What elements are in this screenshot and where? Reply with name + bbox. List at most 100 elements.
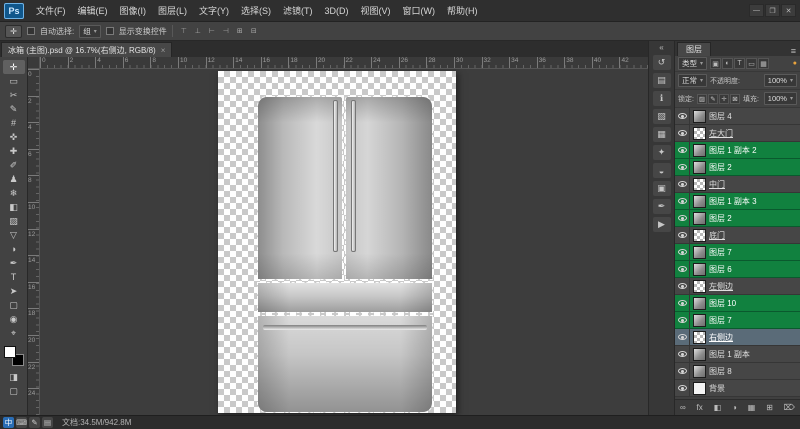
visibility-toggle[interactable] bbox=[675, 227, 690, 243]
图层 1 副本 2[interactable]: 图层 1 副本 2 bbox=[675, 142, 800, 159]
paths-panel-icon[interactable]: ✒ bbox=[652, 199, 671, 214]
layer-filter-icon[interactable]: T bbox=[734, 58, 746, 69]
visibility-toggle[interactable] bbox=[675, 244, 690, 260]
crop-tool[interactable]: # bbox=[3, 116, 25, 130]
panel-menu-icon[interactable]: ≡ bbox=[791, 46, 796, 56]
menu-item[interactable]: 文字(Y) bbox=[193, 0, 235, 21]
图层 8[interactable]: 图层 8 bbox=[675, 363, 800, 380]
quick-selection-tool[interactable]: ✎ bbox=[3, 102, 25, 116]
menu-item[interactable]: 滤镜(T) bbox=[277, 0, 319, 21]
type-tool[interactable]: T bbox=[3, 270, 25, 284]
visibility-toggle[interactable] bbox=[675, 295, 690, 311]
info-panel-icon[interactable]: ℹ bbox=[652, 91, 671, 106]
visibility-toggle[interactable] bbox=[675, 363, 690, 379]
keyboard-icon[interactable]: ⌨ bbox=[16, 417, 27, 428]
history-panel-icon[interactable]: ↺ bbox=[652, 55, 671, 70]
styles-panel-icon[interactable]: ✦ bbox=[652, 145, 671, 160]
hand-tool[interactable]: ◉ bbox=[3, 312, 25, 326]
blur-tool[interactable]: ▽ bbox=[3, 228, 25, 242]
menu-item[interactable]: 帮助(H) bbox=[441, 0, 484, 21]
opacity-value[interactable]: 100% ▾ bbox=[763, 74, 797, 87]
menu-item[interactable]: 3D(D) bbox=[319, 0, 355, 21]
lock-icon[interactable]: ✛ bbox=[718, 93, 729, 104]
visibility-toggle[interactable] bbox=[675, 346, 690, 362]
layer-filter-switch[interactable]: ● bbox=[793, 60, 797, 67]
lock-icon[interactable]: ✎ bbox=[707, 93, 718, 104]
图层 7[interactable]: 图层 7 bbox=[675, 244, 800, 261]
tab-layers[interactable]: 图层 bbox=[677, 42, 711, 56]
visibility-toggle[interactable] bbox=[675, 380, 690, 396]
layer-filter-icon[interactable]: ▣ bbox=[710, 58, 722, 69]
adjustments-panel-icon[interactable]: ◒ bbox=[652, 163, 671, 178]
visibility-toggle[interactable] bbox=[675, 142, 690, 158]
screen-mode-button[interactable]: ▢ bbox=[3, 384, 25, 398]
visibility-toggle[interactable] bbox=[675, 159, 690, 175]
align-icon[interactable]: ⊤ bbox=[178, 25, 190, 37]
minimize-button[interactable]: — bbox=[749, 4, 764, 17]
clone-stamp-tool[interactable]: ♟ bbox=[3, 172, 25, 186]
visibility-toggle[interactable] bbox=[675, 261, 690, 277]
new-layer-icon[interactable]: ⊞ bbox=[766, 403, 773, 412]
layer-group-icon[interactable]: ▦ bbox=[748, 403, 756, 412]
layer-filter-icon[interactable]: ▭ bbox=[746, 58, 758, 69]
图层 2[interactable]: 图层 2 bbox=[675, 210, 800, 227]
align-icon[interactable]: ⊢ bbox=[206, 25, 218, 37]
marquee-tool[interactable]: ▭ bbox=[3, 74, 25, 88]
eraser-tool[interactable]: ◧ bbox=[3, 200, 25, 214]
document-tab[interactable]: 冰箱 (主图).psd @ 16.7%(右侧边, RGB/8) × bbox=[1, 42, 173, 57]
align-icon[interactable]: ⊥ bbox=[192, 25, 204, 37]
右侧边[interactable]: 右侧边 bbox=[675, 329, 800, 346]
layer-mask-icon[interactable]: ◧ bbox=[714, 403, 722, 412]
brush-tool[interactable]: ✐ bbox=[3, 158, 25, 172]
lasso-tool[interactable]: ✂ bbox=[3, 88, 25, 102]
visibility-toggle[interactable] bbox=[675, 176, 690, 192]
channels-panel-icon[interactable]: ▣ bbox=[652, 181, 671, 196]
menu-item[interactable]: 视图(V) bbox=[355, 0, 397, 21]
图层 4[interactable]: 图层 4 bbox=[675, 108, 800, 125]
pen-tool[interactable]: ✒ bbox=[3, 256, 25, 270]
dodge-tool[interactable]: ◑ bbox=[3, 242, 25, 256]
eyedropper-tool[interactable]: ✜ bbox=[3, 130, 25, 144]
visibility-toggle[interactable] bbox=[675, 278, 690, 294]
layer-filter-kind-dropdown[interactable]: 类型 ▾ bbox=[678, 57, 708, 70]
close-button[interactable]: ✕ bbox=[781, 4, 796, 17]
delete-layer-icon[interactable]: ⌦ bbox=[784, 403, 795, 412]
图层 1 副本 3[interactable]: 图层 1 副本 3 bbox=[675, 193, 800, 210]
visibility-toggle[interactable] bbox=[675, 108, 690, 124]
expand-panels-icon[interactable]: « bbox=[659, 43, 663, 52]
visibility-toggle[interactable] bbox=[675, 329, 690, 345]
layer-filter-icon[interactable]: ◐ bbox=[722, 58, 734, 69]
visibility-toggle[interactable] bbox=[675, 210, 690, 226]
visibility-toggle[interactable] bbox=[675, 312, 690, 328]
左侧边[interactable]: 左侧边 bbox=[675, 278, 800, 295]
layer-filter-icon[interactable]: ▦ bbox=[758, 58, 770, 69]
foreground-color-swatch[interactable] bbox=[3, 346, 16, 358]
menu-item[interactable]: 图像(I) bbox=[114, 0, 153, 21]
menu-item[interactable]: 窗口(W) bbox=[397, 0, 442, 21]
adjustment-layer-icon[interactable]: ◑ bbox=[732, 403, 737, 412]
visibility-toggle[interactable] bbox=[675, 193, 690, 209]
menu-item[interactable]: 选择(S) bbox=[235, 0, 277, 21]
document-canvas[interactable] bbox=[218, 71, 456, 413]
menu-item[interactable]: 图层(L) bbox=[152, 0, 193, 21]
tab-close-icon[interactable]: × bbox=[161, 46, 166, 55]
align-icon[interactable]: ⊞ bbox=[234, 25, 246, 37]
lock-icon[interactable]: ▨ bbox=[696, 93, 707, 104]
底门[interactable]: 底门 bbox=[675, 227, 800, 244]
history-brush-tool[interactable]: ❄ bbox=[3, 186, 25, 200]
menu-item[interactable]: 编辑(E) bbox=[72, 0, 114, 21]
visibility-toggle[interactable] bbox=[675, 125, 690, 141]
shape-tool[interactable]: ▢ bbox=[3, 298, 25, 312]
move-tool[interactable]: ✛ bbox=[2, 60, 25, 74]
layer-style-icon[interactable]: fx bbox=[697, 403, 703, 412]
fill-value[interactable]: 100% ▾ bbox=[763, 92, 797, 105]
gradient-tool[interactable]: ▨ bbox=[3, 214, 25, 228]
align-icon[interactable]: ⊟ bbox=[248, 25, 260, 37]
左大门[interactable]: 左大门 bbox=[675, 125, 800, 142]
zoom-tool[interactable]: ⌖ bbox=[3, 326, 25, 340]
healing-brush-tool[interactable]: ✚ bbox=[3, 144, 25, 158]
canvas-area[interactable] bbox=[40, 69, 648, 415]
path-selection-tool[interactable]: ➤ bbox=[3, 284, 25, 298]
align-icon[interactable]: ⊣ bbox=[220, 25, 232, 37]
ime-chinese-icon[interactable]: 中 bbox=[3, 417, 14, 428]
